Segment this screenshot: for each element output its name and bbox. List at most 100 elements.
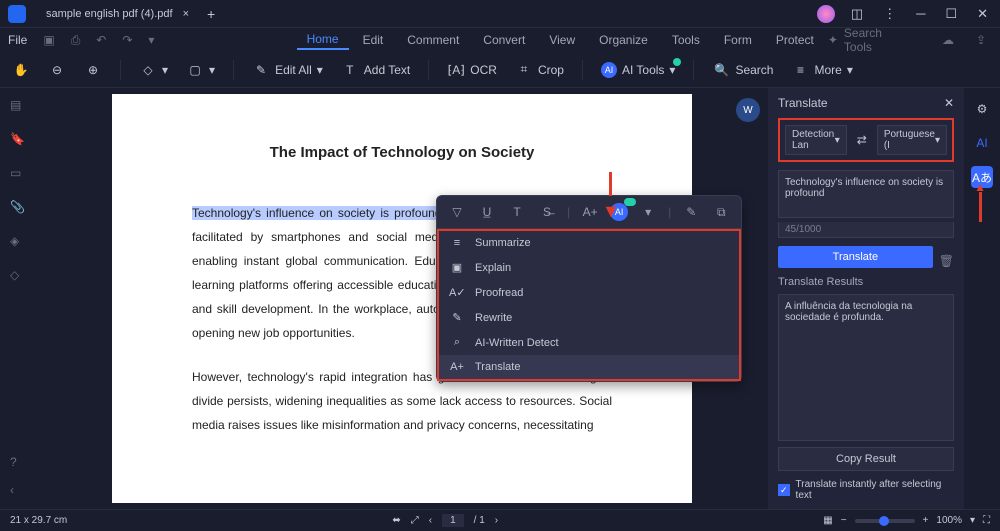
edit-all-tool[interactable]: ✎Edit All▾	[252, 61, 323, 79]
instant-translate-option[interactable]: ✓ Translate instantly after selecting te…	[778, 479, 954, 501]
menu-edit[interactable]: Edit	[353, 31, 394, 49]
settings-sliders-icon[interactable]: ⚙	[971, 98, 993, 120]
trash-icon[interactable]: 🗑	[939, 254, 954, 268]
zoom-slider[interactable]	[855, 519, 915, 523]
strikethrough-icon[interactable]: S̶	[537, 202, 557, 222]
kebab-menu-icon[interactable]: ⋮	[879, 6, 900, 22]
translate-input[interactable]: Technology's influence on society is pro…	[778, 170, 954, 218]
print-icon[interactable]: ⎙	[65, 33, 87, 48]
page-total: / 1	[474, 515, 485, 526]
attachments-icon[interactable]: 📎	[10, 200, 26, 216]
view-mode-icon[interactable]: ▦	[823, 515, 832, 526]
comments-icon[interactable]: ▭	[10, 166, 26, 182]
highlight-icon[interactable]: ▽	[447, 202, 467, 222]
thumbnails-icon[interactable]: ▤	[10, 98, 26, 114]
layers-icon[interactable]: ◈	[10, 234, 26, 250]
fields-icon[interactable]: ◇	[10, 268, 26, 284]
menu-home[interactable]: Home	[297, 30, 349, 50]
toolbar: ✋ ⊖ ⊕ ◇▾ ▢▾ ✎Edit All▾ TAdd Text ⁅A⁆OCR …	[0, 52, 1000, 88]
minimize-icon[interactable]: ─	[912, 6, 929, 21]
translate-result: A influência da tecnologia na sociedade …	[778, 294, 954, 441]
document-tab[interactable]: sample english pdf (4).pdf ×	[36, 2, 199, 26]
ai-tools-dropdown[interactable]: AIAI Tools▾	[601, 62, 676, 78]
search-tools[interactable]: ✦ Search Tools	[828, 26, 882, 54]
zoom-value[interactable]: 100%	[936, 515, 962, 526]
ctx-proofread[interactable]: A✓Proofread	[439, 280, 739, 305]
chevron-down-icon[interactable]: ▾	[970, 515, 975, 526]
translate-button[interactable]: Translate	[778, 246, 933, 268]
text-icon[interactable]: T	[507, 202, 527, 222]
ai-assistant-icon[interactable]: AI	[971, 132, 993, 154]
more-dropdown[interactable]: ≡More▾	[791, 61, 852, 79]
close-window-icon[interactable]: ✕	[973, 6, 992, 22]
save-icon[interactable]: ▣	[37, 33, 60, 47]
ctx-translate[interactable]: A+Translate	[439, 355, 739, 379]
zoom-in-icon[interactable]: +	[923, 515, 929, 526]
menu-view[interactable]: View	[539, 31, 585, 49]
selected-text[interactable]: Technology's influence on society is pro…	[192, 206, 442, 220]
fullscreen-icon[interactable]: ⛶	[983, 515, 990, 526]
maximize-icon[interactable]: ☐	[941, 6, 961, 22]
file-menu[interactable]: File	[8, 33, 27, 47]
close-panel-icon[interactable]: ✕	[944, 96, 954, 110]
copy-icon[interactable]: ⧉	[711, 202, 731, 222]
collapse-left-icon[interactable]: ‹	[10, 483, 26, 499]
zoom-out-icon[interactable]: −	[841, 515, 847, 526]
add-text-icon[interactable]: A+	[580, 202, 600, 222]
share-icon[interactable]: ⇪	[970, 33, 992, 47]
menu-form[interactable]: Form	[714, 31, 762, 49]
menu-comment[interactable]: Comment	[397, 31, 469, 49]
translate-tab-icon[interactable]: Aあ	[971, 166, 993, 188]
close-tab-icon[interactable]: ×	[183, 8, 189, 20]
detect-icon: ⌕	[449, 336, 465, 349]
language-selector-row: Detection Lan▾ ⇄ Portuguese (I▾	[778, 118, 954, 162]
chevron-down-icon: ▾	[835, 135, 840, 146]
titlebar: sample english pdf (4).pdf × + ◫ ⋮ ─ ☐ ✕	[0, 0, 1000, 28]
right-sidebar: ⚙ AI Aあ	[964, 88, 1000, 509]
checkbox-label: Translate instantly after selecting text	[796, 479, 954, 501]
user-avatar-icon[interactable]	[817, 5, 835, 23]
chevron-down-icon[interactable]: ▾	[142, 33, 160, 47]
translate-icon: A+	[449, 361, 465, 373]
crop-tool[interactable]: ⌗Crop	[515, 61, 564, 79]
undo-icon[interactable]: ↶	[90, 33, 112, 47]
help-icon[interactable]: ?	[10, 455, 26, 471]
redo-icon[interactable]: ↷	[116, 33, 138, 47]
new-tab-button[interactable]: +	[207, 6, 215, 22]
add-text-tool[interactable]: TAdd Text	[341, 61, 410, 79]
ctx-explain[interactable]: ▣Explain	[439, 255, 739, 280]
ctx-summarize[interactable]: ≡Summarize	[439, 231, 739, 255]
menu-convert[interactable]: Convert	[473, 31, 535, 49]
ocr-tool[interactable]: ⁅A⁆OCR	[447, 61, 497, 79]
page-input[interactable]: 1	[442, 514, 464, 527]
ai-context-icon[interactable]: AI	[610, 203, 628, 221]
swap-languages-icon[interactable]: ⇄	[853, 133, 871, 147]
underline-icon[interactable]: U̲	[477, 202, 497, 222]
menu-organize[interactable]: Organize	[589, 31, 658, 49]
prev-page-icon[interactable]: ‹	[429, 515, 432, 526]
search-tool[interactable]: 🔍Search	[712, 61, 773, 79]
shape-tool[interactable]: ▢▾	[186, 61, 215, 79]
chevron-down-icon: ▾	[935, 135, 940, 146]
collaborator-avatar[interactable]: W	[736, 98, 760, 122]
menu-protect[interactable]: Protect	[766, 31, 824, 49]
highlight-tool[interactable]: ◇▾	[139, 61, 168, 79]
cloud-icon[interactable]: ☁	[936, 33, 960, 47]
zoom-in-tool[interactable]: ⊕	[84, 61, 102, 79]
ctx-ai-detect[interactable]: ⌕AI-Written Detect	[439, 330, 739, 355]
panel-icon[interactable]: ◫	[847, 6, 867, 22]
fit-width-icon[interactable]: ⬌	[392, 515, 400, 526]
bookmarks-icon[interactable]: 🔖	[10, 132, 26, 148]
next-page-icon[interactable]: ›	[495, 515, 498, 526]
copy-result-button[interactable]: Copy Result	[778, 447, 954, 471]
results-label: Translate Results	[778, 276, 954, 288]
chevron-down-icon[interactable]: ▾	[638, 202, 658, 222]
hand-tool[interactable]: ✋	[12, 61, 30, 79]
menu-tools[interactable]: Tools	[662, 31, 710, 49]
edit-icon[interactable]: ✎	[681, 202, 701, 222]
source-language-select[interactable]: Detection Lan▾	[785, 125, 847, 155]
target-language-select[interactable]: Portuguese (I▾	[877, 125, 947, 155]
zoom-out-tool[interactable]: ⊖	[48, 61, 66, 79]
ctx-rewrite[interactable]: ✎Rewrite	[439, 305, 739, 330]
fit-page-icon[interactable]: ⤢	[411, 515, 419, 526]
